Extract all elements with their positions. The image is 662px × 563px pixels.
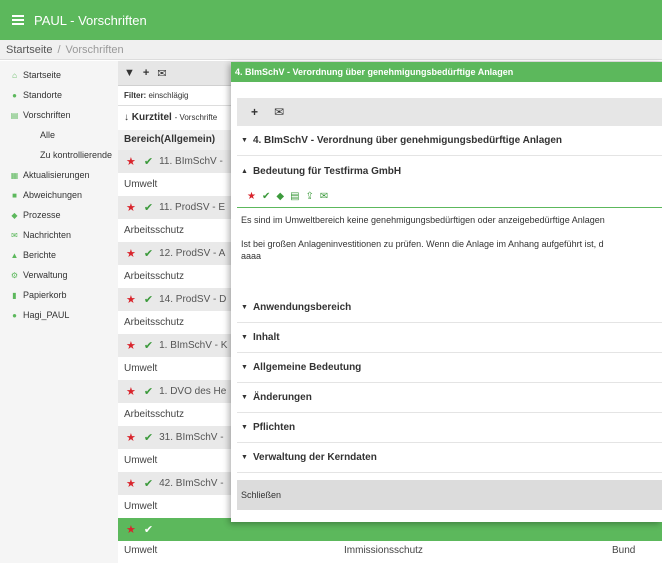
sidebar-item-verwaltung[interactable]: ⚙ Verwaltung — [0, 265, 118, 285]
book-icon: ▤ — [10, 110, 19, 120]
caret-down-icon: ▼ — [241, 424, 248, 431]
star-icon[interactable]: ★ — [126, 523, 136, 536]
star-icon[interactable]: ★ — [126, 339, 136, 352]
check-icon[interactable]: ✔ — [144, 339, 153, 352]
filter-icon[interactable]: ▼ — [124, 67, 135, 79]
section-regulation[interactable]: ▼ 4. BImSchV - Verordnung über genehmigun… — [237, 126, 662, 156]
sidebar-item-nachrichten[interactable]: ✉ Nachrichten — [0, 225, 118, 245]
breadcrumb-separator: / — [57, 44, 61, 56]
caret-down-icon: ▼ — [241, 364, 248, 371]
section-pflichten[interactable]: ▼ Pflichten — [237, 413, 662, 443]
star-icon[interactable]: ★ — [126, 385, 136, 398]
user-icon: ● — [12, 310, 17, 320]
app-title: PAUL - Vorschriften — [34, 12, 147, 28]
star-icon[interactable]: ★ — [126, 155, 136, 168]
modal-title: 4. BImSchV - Verordnung über genehmigung… — [231, 62, 662, 82]
bedeutung-text: Es sind im Umweltbereich keine genehmigu… — [241, 215, 605, 261]
section-inhalt[interactable]: ▼ Inhalt — [237, 323, 662, 353]
envelope-open-icon[interactable]: ✉ — [157, 67, 166, 80]
caret-down-icon: ▼ — [241, 334, 248, 341]
caret-down-icon: ▼ — [241, 394, 248, 401]
caret-down-icon: ▼ — [241, 137, 248, 144]
document-icon[interactable]: ▤ — [290, 191, 299, 202]
star-icon[interactable]: ★ — [126, 431, 136, 444]
check-icon[interactable]: ✔ — [144, 523, 153, 536]
check-icon[interactable]: ✔ — [144, 201, 153, 214]
envelope-open-icon[interactable]: ✉ — [274, 105, 284, 119]
check-icon[interactable]: ✔ — [144, 247, 153, 260]
hamburger-menu-icon[interactable] — [12, 15, 24, 25]
check-icon[interactable]: ✔ — [144, 477, 153, 490]
sidebar-item-alle[interactable]: Alle — [0, 125, 118, 145]
add-icon[interactable]: + — [143, 67, 149, 79]
modal-body: + ✉ ▼ 4. BImSchV - Verordnung über genehm… — [237, 98, 662, 522]
flag-icon: ■ — [12, 190, 17, 200]
arrow-down-icon: ↓ — [124, 112, 129, 123]
modal-footer: Schließen — [237, 480, 662, 510]
breadcrumb-home[interactable]: Startseite — [6, 44, 52, 56]
envelope-icon: ✉ — [11, 230, 18, 240]
section-allgemeine-bedeutung[interactable]: ▼ Allgemeine Bedeutung — [237, 353, 662, 383]
tag-icon[interactable]: ◆ — [276, 191, 284, 202]
add-icon[interactable]: + — [251, 105, 258, 119]
close-button[interactable]: Schließen — [241, 490, 281, 500]
chart-icon: ▲ — [10, 250, 19, 260]
sidebar-item-zu-kontrollierende[interactable]: Zu kontrollierende — [0, 145, 118, 165]
regulation-detail-modal: 4. BImSchV - Verordnung über genehmigung… — [231, 62, 662, 522]
trash-icon: ▮ — [12, 290, 17, 300]
sidebar: ⌂ Startseite ● Standorte ▤ Vorschriften All… — [0, 61, 118, 563]
sidebar-item-aktualisierungen[interactable]: ▦ Aktualisierungen — [0, 165, 118, 185]
top-bar: PAUL - Vorschriften — [0, 0, 662, 40]
section-aenderungen[interactable]: ▼ Änderungen — [237, 383, 662, 413]
home-icon: ⌂ — [12, 70, 17, 80]
section-bedeutung[interactable]: ▲ Bedeutung für Testfirma GmbH — [237, 156, 662, 186]
check-icon[interactable]: ✔ — [144, 431, 153, 444]
breadcrumb-current: Vorschriften — [65, 44, 124, 56]
star-icon[interactable]: ★ — [126, 477, 136, 490]
row-details: Umwelt Immissionsschutz Bund — [124, 545, 636, 556]
sidebar-item-standorte[interactable]: ● Standorte — [0, 85, 118, 105]
calendar-icon: ▦ — [10, 170, 19, 180]
breadcrumb: Startseite / Vorschriften — [0, 40, 662, 60]
star-icon[interactable]: ★ — [126, 293, 136, 306]
star-icon[interactable]: ★ — [126, 201, 136, 214]
sidebar-item-prozesse[interactable]: ◆ Prozesse — [0, 205, 118, 225]
cogs-icon: ⚙ — [10, 270, 19, 280]
check-icon[interactable]: ✔ — [262, 191, 270, 202]
sidebar-item-papierkorb[interactable]: ▮ Papierkorb — [0, 285, 118, 305]
star-icon[interactable]: ★ — [247, 191, 256, 202]
sidebar-item-user[interactable]: ● Hagi_PAUL — [0, 305, 118, 325]
map-marker-icon: ● — [12, 90, 17, 100]
upload-icon[interactable]: ⇪ — [306, 191, 314, 202]
section-verwaltung-kerndaten[interactable]: ▼ Verwaltung der Kerndaten — [237, 443, 662, 473]
modal-toolbar: + ✉ — [237, 98, 662, 126]
caret-down-icon: ▼ — [241, 304, 248, 311]
sidebar-item-vorschriften[interactable]: ▤ Vorschriften — [0, 105, 118, 125]
check-icon[interactable]: ✔ — [144, 293, 153, 306]
check-icon[interactable]: ✔ — [144, 385, 153, 398]
check-icon[interactable]: ✔ — [144, 155, 153, 168]
caret-down-icon: ▼ — [241, 454, 248, 461]
tag-icon: ◆ — [11, 210, 18, 220]
sidebar-item-berichte[interactable]: ▲ Berichte — [0, 245, 118, 265]
envelope-open-icon[interactable]: ✉ — [320, 191, 328, 202]
star-icon[interactable]: ★ — [126, 247, 136, 260]
section-anwendungsbereich[interactable]: ▼ Anwendungsbereich — [237, 293, 662, 323]
sidebar-item-startseite[interactable]: ⌂ Startseite — [0, 65, 118, 85]
caret-up-icon: ▲ — [241, 167, 248, 175]
sidebar-item-abweichungen[interactable]: ■ Abweichungen — [0, 185, 118, 205]
bedeutung-toolbar: ★ ✔ ◆ ▤ ⇪ ✉ — [237, 186, 662, 208]
